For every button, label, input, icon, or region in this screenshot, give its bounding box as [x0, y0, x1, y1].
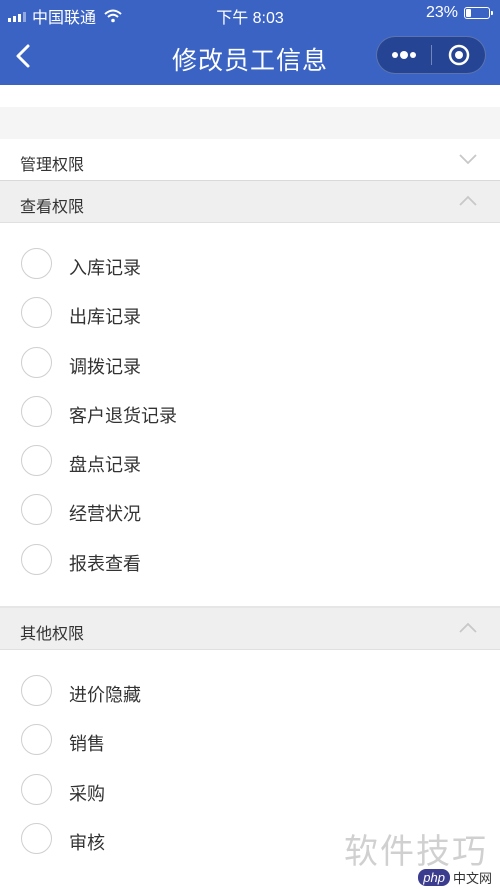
watermark-text: 软件技巧: [344, 833, 488, 871]
permission-label: 报表查看: [69, 553, 141, 574]
radio-button[interactable]: [21, 773, 52, 805]
permission-item[interactable]: 采购: [0, 766, 500, 815]
radio-button[interactable]: [21, 297, 52, 329]
target-close-icon: [448, 44, 469, 66]
battery-icon: [464, 7, 493, 19]
section-label: 其他权限: [20, 626, 85, 643]
mini-program-capsule: [376, 36, 486, 74]
radio-button[interactable]: [21, 724, 52, 756]
section-other-permissions[interactable]: 其他权限: [0, 608, 500, 650]
radio-button[interactable]: [21, 346, 52, 378]
radio-button[interactable]: [21, 248, 52, 279]
nav-bar: 修改员工信息: [0, 28, 500, 85]
more-button[interactable]: [377, 37, 431, 73]
permission-label: 出库记录: [69, 307, 141, 328]
permission-item[interactable]: 进价隐藏: [0, 667, 500, 716]
permission-item[interactable]: 客户退货记录: [0, 388, 500, 437]
chevron-up-icon: [459, 622, 477, 633]
permission-label: 盘点记录: [69, 455, 141, 476]
chevron-up-icon: [459, 195, 477, 206]
permission-item[interactable]: 出库记录: [0, 289, 500, 338]
permission-item[interactable]: 销售: [0, 716, 500, 765]
permission-label: 调拨记录: [69, 356, 141, 377]
chevron-down-icon: [459, 154, 477, 165]
battery-percent: 23%: [425, 4, 458, 21]
radio-button[interactable]: [21, 445, 52, 477]
view-permissions-list: 入库记录 出库记录 调拨记录 客户退货记录 盘点记录 经营状况 报表查看: [0, 240, 500, 585]
permission-item[interactable]: 经营状况: [0, 486, 500, 535]
watermark-logo-text: 中文网: [452, 871, 492, 886]
more-dots-icon: [392, 51, 416, 59]
watermark-logo: php 中文网: [418, 868, 492, 887]
permission-label: 经营状况: [69, 504, 141, 525]
section-manage-permissions[interactable]: 管理权限: [0, 139, 500, 181]
permission-item[interactable]: 入库记录: [0, 240, 500, 289]
permission-label: 销售: [69, 734, 105, 755]
close-button[interactable]: [432, 37, 485, 73]
section-label: 查看权限: [20, 199, 85, 216]
permission-label: 审核: [69, 832, 105, 853]
status-bar: 中国联通 下午 8:03 23%: [0, 0, 500, 28]
section-view-permissions[interactable]: 查看权限: [0, 181, 500, 223]
permission-label: 进价隐藏: [69, 685, 141, 705]
radio-button[interactable]: [21, 822, 52, 854]
top-spacer: [0, 85, 500, 140]
permission-label: 入库记录: [69, 258, 141, 278]
permission-label: 采购: [69, 783, 105, 804]
permission-item[interactable]: 盘点记录: [0, 437, 500, 486]
watermark-logo-badge: php: [418, 869, 450, 886]
radio-button[interactable]: [21, 494, 52, 526]
radio-button[interactable]: [21, 543, 52, 575]
section-label: 管理权限: [20, 157, 85, 174]
radio-button[interactable]: [21, 395, 52, 427]
status-right: 23%: [425, 4, 493, 22]
permission-label: 客户退货记录: [69, 405, 177, 426]
permission-item[interactable]: 报表查看: [0, 536, 500, 585]
radio-button[interactable]: [21, 675, 52, 706]
permission-item[interactable]: 调拨记录: [0, 339, 500, 388]
